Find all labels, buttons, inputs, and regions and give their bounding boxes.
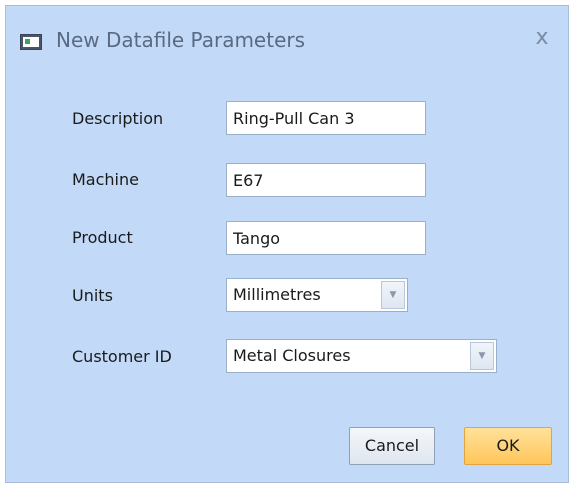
dialog-title: New Datafile Parameters	[56, 28, 306, 52]
machine-field[interactable]	[226, 163, 426, 197]
machine-label: Machine	[72, 170, 139, 189]
customer-id-selected-value: Metal Closures	[233, 346, 351, 365]
title-bar[interactable]: New Datafile Parameters x	[6, 6, 568, 70]
window-icon	[20, 34, 42, 50]
chevron-down-icon[interactable]: ▼	[470, 342, 494, 370]
customer-id-label: Customer ID	[72, 347, 172, 366]
ok-button[interactable]: OK	[464, 427, 552, 465]
customer-id-dropdown[interactable]: Metal Closures ▼	[226, 339, 497, 373]
units-selected-value: Millimetres	[233, 285, 321, 304]
product-field[interactable]	[226, 221, 426, 255]
product-label: Product	[72, 228, 133, 247]
description-field[interactable]	[226, 101, 426, 135]
description-label: Description	[72, 109, 164, 128]
units-dropdown[interactable]: Millimetres ▼	[226, 278, 408, 312]
close-button[interactable]: x	[530, 26, 554, 50]
new-datafile-dialog: New Datafile Parameters x Description Ma…	[5, 5, 569, 483]
chevron-down-icon[interactable]: ▼	[381, 281, 405, 309]
cancel-button[interactable]: Cancel	[349, 427, 435, 465]
units-label: Units	[72, 286, 113, 305]
